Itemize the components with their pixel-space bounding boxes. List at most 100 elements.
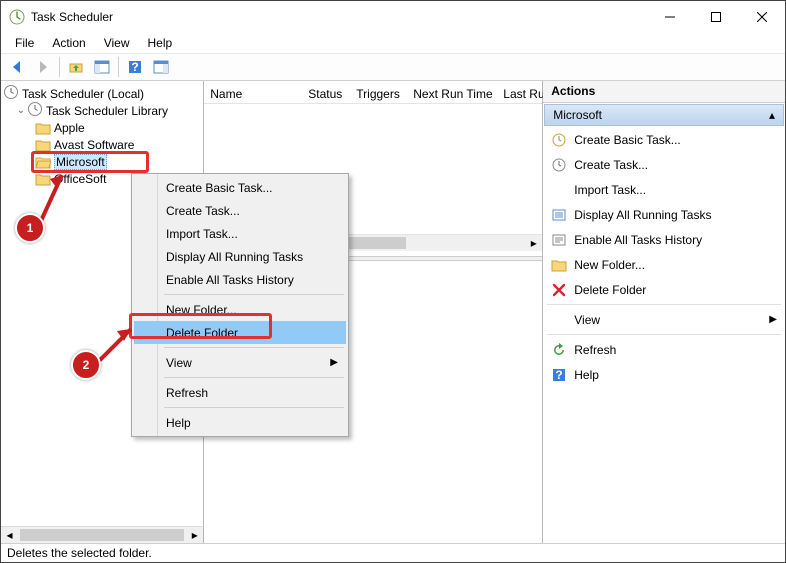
menu-view[interactable]: View (96, 34, 138, 52)
toolbar-separator (118, 57, 119, 77)
back-button[interactable] (5, 55, 29, 79)
clock-wizard-icon (551, 132, 567, 148)
folder-icon (35, 121, 51, 135)
annotation-circle-2: 2 (71, 350, 101, 380)
tree-item-avast[interactable]: Avast Software (1, 136, 203, 153)
ctx-create[interactable]: Create Task... (134, 199, 346, 222)
ctx-label: Help (166, 416, 191, 430)
ctx-enable-history[interactable]: Enable All Tasks History (134, 268, 346, 291)
menu-file[interactable]: File (7, 34, 42, 52)
refresh-icon (551, 342, 567, 358)
col-last[interactable]: Last Ru (497, 84, 542, 104)
folder-icon (35, 138, 51, 152)
window-title: Task Scheduler (31, 10, 113, 24)
up-button[interactable] (64, 55, 88, 79)
toolbar-panes2-button[interactable] (149, 55, 173, 79)
scroll-right-icon[interactable]: ▸ (186, 527, 203, 543)
menubar: File Action View Help (1, 32, 785, 53)
maximize-button[interactable] (693, 2, 739, 32)
scroll-right-icon[interactable]: ▸ (525, 235, 542, 251)
ctx-help[interactable]: Help (134, 411, 346, 434)
col-next[interactable]: Next Run Time (407, 84, 497, 104)
action-label: Delete Folder (574, 283, 777, 297)
ctx-label: View (166, 356, 192, 370)
tree-item-apple[interactable]: Apple (1, 119, 203, 136)
submenu-arrow-icon: ▶ (330, 357, 338, 368)
tree-item-microsoft[interactable]: Microsoft (1, 153, 203, 170)
col-triggers[interactable]: Triggers (350, 84, 407, 104)
tree-root[interactable]: Task Scheduler (Local) (1, 85, 203, 102)
separator (164, 407, 344, 408)
scroll-thumb[interactable] (20, 529, 184, 541)
context-menu: Create Basic Task... Create Task... Impo… (131, 173, 349, 437)
action-create[interactable]: Create Task... (543, 152, 785, 177)
titlebar: Task Scheduler (1, 1, 785, 32)
tree-library[interactable]: ⌄ Task Scheduler Library (1, 102, 203, 119)
toolbar-separator (59, 57, 60, 77)
toolbar-panes-button[interactable] (90, 55, 114, 79)
separator (547, 304, 781, 305)
action-label: Import Task... (574, 183, 777, 197)
clock-library-icon (27, 101, 43, 120)
actions-group[interactable]: Microsoft ▴ (544, 104, 784, 126)
ctx-label: Create Basic Task... (166, 181, 273, 195)
separator (164, 294, 344, 295)
action-help[interactable]: ? Help (543, 362, 785, 387)
actions-group-label: Microsoft (553, 108, 602, 122)
menu-action[interactable]: Action (44, 34, 93, 52)
tree-hscroll[interactable]: ◂ ▸ (1, 526, 203, 543)
ctx-import[interactable]: Import Task... (134, 222, 346, 245)
action-delete-folder[interactable]: Delete Folder (543, 277, 785, 302)
collapse-icon[interactable]: ⌄ (15, 105, 27, 116)
action-view[interactable]: View ▶ (543, 307, 785, 332)
forward-button[interactable] (31, 55, 55, 79)
tree-item-label: Avast Software (54, 138, 134, 152)
close-button[interactable] (739, 2, 785, 32)
folder-open-icon (35, 155, 51, 169)
action-label: New Folder... (574, 258, 777, 272)
ctx-label: Import Task... (166, 227, 238, 241)
tree-library-label: Task Scheduler Library (46, 104, 168, 118)
menu-help[interactable]: Help (140, 34, 181, 52)
action-label: Enable All Tasks History (574, 233, 777, 247)
clock-icon (551, 157, 567, 173)
grid-header: Name Status Triggers Next Run Time Last … (204, 81, 542, 104)
ctx-new-folder[interactable]: New Folder... (134, 298, 346, 321)
ctx-create-basic[interactable]: Create Basic Task... (134, 176, 346, 199)
scroll-left-icon[interactable]: ◂ (1, 527, 18, 543)
action-create-basic[interactable]: Create Basic Task... (543, 127, 785, 152)
svg-text:?: ? (131, 60, 138, 74)
action-enable-history[interactable]: Enable All Tasks History (543, 227, 785, 252)
tree-item-label: Apple (54, 121, 85, 135)
help-button[interactable]: ? (123, 55, 147, 79)
action-label: Display All Running Tasks (574, 208, 777, 222)
ctx-label: Refresh (166, 386, 208, 400)
ctx-view[interactable]: View ▶ (134, 351, 346, 374)
tree-item-label: OfficeSoft (54, 172, 106, 186)
folder-icon (35, 172, 51, 186)
list-icon (551, 207, 567, 223)
actions-header: Actions (543, 81, 785, 103)
ctx-display-running[interactable]: Display All Running Tasks (134, 245, 346, 268)
ctx-label: New Folder... (166, 303, 237, 317)
toolbar: ? (1, 53, 785, 81)
separator (164, 347, 344, 348)
action-display-running[interactable]: Display All Running Tasks (543, 202, 785, 227)
col-status[interactable]: Status (302, 84, 350, 104)
minimize-button[interactable] (647, 2, 693, 32)
chevron-up-icon: ▴ (769, 108, 775, 122)
app-icon (9, 9, 25, 25)
action-refresh[interactable]: Refresh (543, 337, 785, 362)
delete-icon (551, 282, 567, 298)
ctx-refresh[interactable]: Refresh (134, 381, 346, 404)
folder-new-icon (551, 257, 567, 273)
action-label: Create Basic Task... (574, 133, 777, 147)
col-name[interactable]: Name (204, 84, 302, 104)
ctx-label: Delete Folder (166, 326, 238, 340)
ctx-delete-folder[interactable]: Delete Folder (134, 321, 346, 344)
action-new-folder[interactable]: New Folder... (543, 252, 785, 277)
client-area: Task Scheduler (Local) ⌄ Task Scheduler … (1, 81, 785, 543)
annotation-circle-1: 1 (15, 213, 45, 243)
action-import[interactable]: Import Task... (543, 177, 785, 202)
action-label: Create Task... (574, 158, 777, 172)
